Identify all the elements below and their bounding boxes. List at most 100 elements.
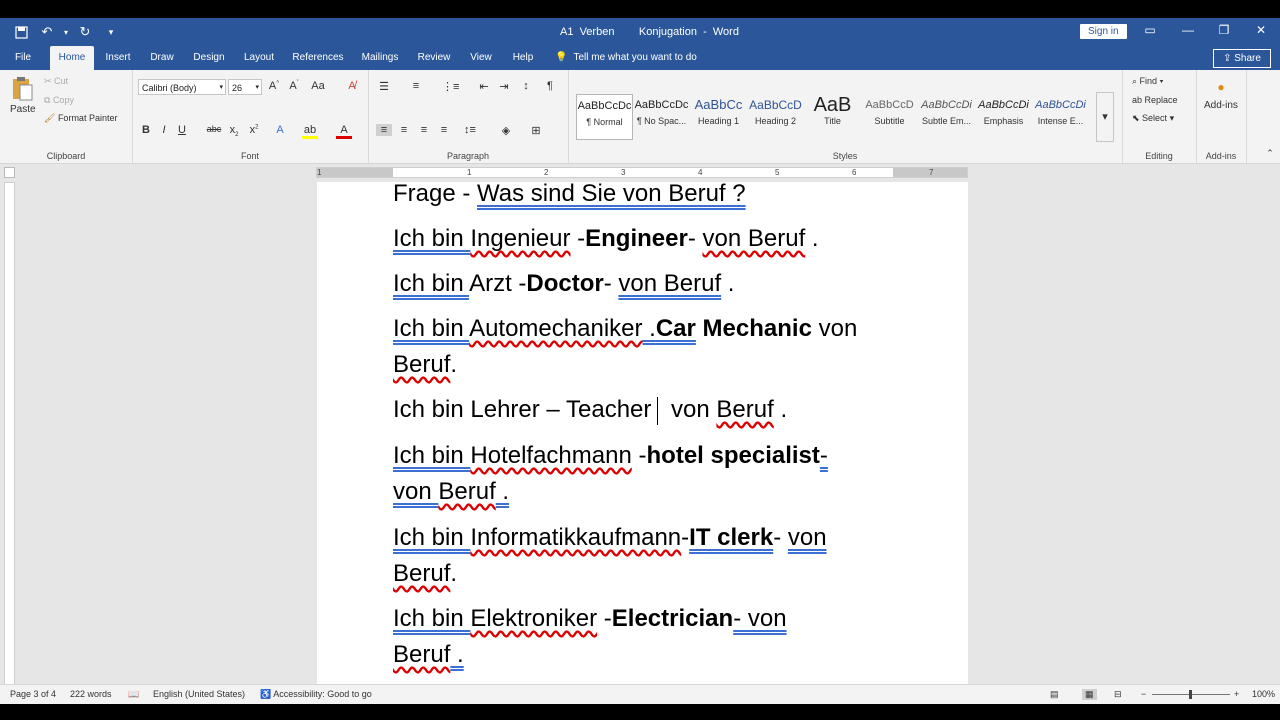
share-button[interactable]: ⇪ Share [1213,49,1271,68]
text-run: Doctor [526,270,604,297]
language-indicator[interactable]: English (United States) [153,689,245,699]
style-heading-1[interactable]: AaBbCc Heading 1 [690,94,747,140]
copy-button[interactable]: ⧉ Copy [44,95,74,106]
ruler-left-margin [317,168,393,177]
customize-qat-icon[interactable]: ▾ [100,23,122,41]
style-normal[interactable]: AaBbCcDc ¶ Normal [576,94,633,140]
save-icon[interactable] [10,23,32,41]
replace-button[interactable]: ab Replace [1132,95,1178,105]
styles-group: AaBbCcDc ¶ Normal AaBbCcDc ¶ No Spac... Aa… [568,70,1123,163]
show-formatting-marks-icon[interactable]: ¶ [542,80,558,92]
style-intense-emphasis[interactable]: AaBbCcDi Intense E... [1032,94,1089,140]
tab-mailings[interactable]: Mailings [356,46,404,70]
justify-icon[interactable]: ≡ [436,124,452,136]
sign-in-button[interactable]: Sign in [1080,24,1127,39]
maximize-icon[interactable]: ❐ [1209,23,1239,37]
grow-font-icon[interactable]: A^ [266,80,282,92]
style-title[interactable]: AaB Title [804,94,861,140]
text-run: Automechaniker [469,315,643,342]
tell-me-search[interactable]: 💡 Tell me what you want to do [555,46,697,70]
vertical-ruler[interactable] [4,182,15,702]
font-color-icon[interactable]: A [336,124,352,139]
font-size-combo[interactable]: 26 ▾ [228,79,262,95]
styles-more-icon[interactable]: ▾ [1096,92,1114,142]
document-page[interactable]: Frage - Was sind Sie von Beruf ? Ich bin… [317,180,968,704]
text-run: Beruf [393,351,451,378]
tab-home[interactable]: Home [50,46,94,70]
subscript-icon[interactable]: x2 [226,124,242,138]
magnifier-icon: ⌕ [1132,76,1140,86]
tab-layout[interactable]: Layout [238,46,280,70]
underline-icon[interactable]: U [174,124,190,136]
style-name: Subtitle [874,116,905,126]
clear-formatting-icon[interactable]: A̸ [344,80,360,92]
style-no-spacing[interactable]: AaBbCcDc ¶ No Spac... [633,94,690,140]
select-button[interactable]: ⬉ Select ▾ [1132,113,1174,124]
tab-review[interactable]: Review [414,46,454,70]
cut-button[interactable]: ✂ Cut [44,76,68,87]
tab-references[interactable]: References [290,46,346,70]
tab-draw[interactable]: Draw [145,46,179,70]
align-left-icon[interactable]: ≡ [376,124,392,136]
text-run: Beruf [716,396,774,423]
accessibility-status[interactable]: ♿ Accessibility: Good to go [260,689,372,700]
format-painter-button[interactable]: 🖌 Format Painter [44,113,117,124]
proofing-icon[interactable]: 📖 [128,689,139,700]
increase-indent-icon[interactable]: ⇥ [496,80,512,93]
read-mode-icon[interactable]: ▤ [1050,689,1059,700]
print-layout-icon[interactable]: ▦ [1082,689,1097,700]
numbering-icon[interactable]: ≡ [408,80,424,92]
italic-icon[interactable]: I [156,124,172,136]
zoom-in-icon[interactable]: + [1234,689,1239,699]
collapse-ribbon-icon[interactable]: ⌃ [1262,148,1278,159]
style-subtle-emphasis[interactable]: AaBbCcDi Subtle Em... [918,94,975,140]
font-name-combo[interactable]: Calibri (Body) ▾ [138,79,226,95]
style-preview: AaB [813,94,852,116]
bold-icon[interactable]: B [138,124,154,136]
style-emphasis[interactable]: AaBbCcDi Emphasis [975,94,1032,140]
undo-icon[interactable]: ↶ [36,23,58,41]
addins-button-label: Add-ins [1204,100,1238,111]
close-icon[interactable]: ✕ [1246,23,1276,37]
change-case-icon[interactable]: Aa [310,80,326,92]
tab-insert[interactable]: Insert [100,46,136,70]
tab-design[interactable]: Design [188,46,230,70]
sort-icon[interactable]: ↕ [518,80,534,92]
align-center-icon[interactable]: ≡ [396,124,412,136]
lightbulb-icon: 💡 [555,52,568,63]
redo-icon[interactable]: ↻ [74,23,96,41]
tab-view[interactable]: View [464,46,498,70]
text-effects-icon[interactable]: A [272,124,288,136]
tab-selector[interactable] [4,167,15,178]
strikethrough-icon[interactable]: abc [206,124,222,134]
borders-icon[interactable]: ⊞ [528,124,544,137]
decrease-indent-icon[interactable]: ⇤ [476,80,492,93]
zoom-level[interactable]: 100% [1252,689,1275,699]
find-button[interactable]: ⌕ Find ▾ [1132,76,1163,87]
shrink-font-icon[interactable]: Aˇ [286,80,302,92]
multilevel-list-icon[interactable]: ⋮≡ [442,80,459,93]
style-heading-2[interactable]: AaBbCcD Heading 2 [747,94,804,140]
addins-button[interactable]: ● Add-ins [1204,80,1238,111]
shading-icon[interactable]: ◈ [498,124,514,137]
paste-button[interactable]: Paste [10,76,36,115]
zoom-slider-thumb[interactable] [1189,690,1192,699]
minimize-icon[interactable]: — [1173,23,1203,37]
line-spacing-icon[interactable]: ↕≡ [462,124,478,136]
web-layout-icon[interactable]: ⊟ [1114,689,1122,700]
ribbon-display-options-icon[interactable]: ▭ [1135,23,1165,37]
tab-help[interactable]: Help [506,46,540,70]
text-run: . [721,270,735,297]
paragraph-group-label: Paragraph [446,151,490,161]
undo-dropdown-icon[interactable]: ▾ [62,23,70,41]
style-name: Emphasis [983,116,1024,126]
bullets-icon[interactable]: ☰ [376,80,392,93]
style-subtitle[interactable]: AaBbCcD Subtitle [861,94,918,140]
word-count[interactable]: 222 words [70,689,112,699]
align-right-icon[interactable]: ≡ [416,124,432,136]
tab-file[interactable]: File [8,46,38,70]
superscript-icon[interactable]: x2 [246,124,262,136]
highlight-icon[interactable]: ab [302,124,318,139]
zoom-out-icon[interactable]: − [1141,689,1146,699]
page-count[interactable]: Page 3 of 4 [10,689,56,699]
